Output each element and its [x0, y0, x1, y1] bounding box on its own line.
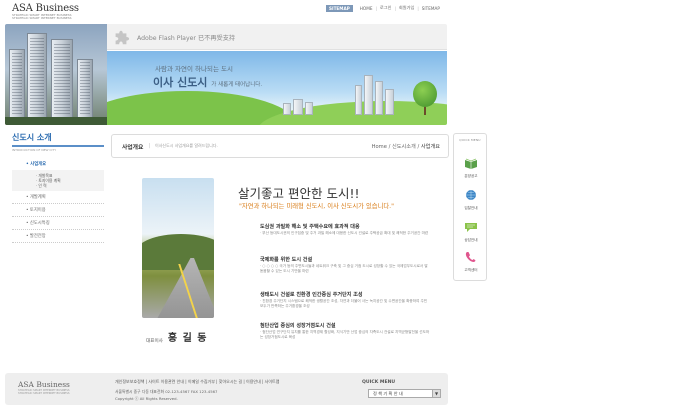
breadcrumb-current: 사업개요: [420, 143, 440, 150]
feature-title: 국제화를 위한 도시 건설: [260, 257, 313, 263]
footer-logo: ASA Business: [18, 380, 70, 389]
ceo-signature: 대표이사 홍 길 동: [146, 329, 207, 344]
feature-text: · 친환경 주거단지 시스템으로 쾌적한 생활공간 조성, 자연과 더불어 사는…: [260, 299, 428, 309]
quick-menu: QUICK MENU 분양공고 입찰안내 상담안내 고객센터: [453, 133, 487, 281]
phone-icon: [465, 252, 476, 262]
ceo-name: 홍 길 동: [167, 333, 208, 344]
footer-logo-tagline: STRATEGIC SMART INTERNET BUSINESS STRATE…: [18, 389, 70, 395]
page-title: 사업개요: [122, 144, 144, 151]
sidebar-subitem-staff[interactable]: · 인 력: [36, 183, 104, 188]
title-separator: |: [148, 143, 151, 149]
breadcrumb-home[interactable]: Home: [372, 144, 387, 150]
footer: ASA Business STRATEGIC SMART INTERNET BU…: [5, 373, 448, 405]
top-navigation: SITEMAP HOME | 로그인 | 회원가입 | SITEMAP: [326, 4, 443, 12]
feature-item: 도심권 과밀화 해소 및 주택수요에 효과적 대응 · 부산 등대도시권의 인구…: [260, 223, 430, 236]
sidebar-menu: • 사업개요 · 개발목표 · 토지이용 계획 · 인 력 • 개발계획 • 토…: [12, 158, 104, 243]
sidebar-submenu: · 개발목표 · 토지이용 계획 · 인 력: [12, 170, 104, 191]
ceo-label: 대표이사: [146, 339, 163, 344]
feature-item: 첨단산업 중심의 성장거점도시 건설 · 첨단산업 연구단지 유치를 통한 지역…: [260, 322, 430, 340]
sidebar: 신도시 소개 INTRODUCTION OF NEW CITY • 사업개요 ·…: [12, 132, 104, 243]
feature-item: 국제화를 위한 도시 건설 · ○ ○ ○ ○ 국가 등의 주변도시들과 네트워…: [260, 256, 430, 274]
sidebar-item-overview[interactable]: • 사업개요: [12, 158, 104, 170]
content-header: 사업개요 | 이사신도시 사업개요를 알려드립니다. Home / 신도시소개 …: [111, 134, 449, 158]
book-icon: [465, 158, 477, 169]
hero-title-main: 이사 신도시: [153, 76, 208, 89]
sidebar-item-outlook[interactable]: • 발전전망: [12, 230, 104, 243]
flash-notice: Adobe Flash Player 已不再受支持: [137, 35, 236, 42]
hero-title: 이사 신도시 가 새롭게 태어납니다.: [153, 74, 262, 90]
page-description: 이사신도시 사업개요를 알려드립니다.: [155, 143, 218, 148]
footer-address: 서울특별시 중구 다동 대표전화 02-123-4567 FAX 123-456…: [115, 389, 218, 394]
topnav-home-link[interactable]: HOME: [357, 6, 376, 11]
feature-title: 도심권 과밀화 해소 및 주택수요에 효과적 대응: [260, 224, 360, 230]
sidebar-title: 신도시 소개: [12, 132, 104, 147]
sidebar-item-landuse[interactable]: • 토지이용: [12, 204, 104, 217]
feature-text: · 부산 등대도시권의 인구집중 및 주거 과밀 해소에 대응한 신도시 건설로…: [260, 231, 429, 235]
quick-item-sale[interactable]: 분양공고: [454, 154, 488, 179]
main-slogan: 살기좋고 편안한 도시!!: [238, 186, 360, 201]
hero-banner: Adobe Flash Player 已不再受支持 사람과 자연이 하나되는 도…: [5, 24, 447, 125]
feature-title: 첨단산업 중심의 성장거점도시 건설: [260, 323, 336, 329]
quick-menu-select[interactable]: 정 책 기 획 안 내 ▼: [368, 389, 441, 398]
feature-item: 생태도시 건설로 친환경 인간중심 주거단지 조성 · 친환경 주거단지 시스템…: [260, 291, 430, 309]
sitemap-badge[interactable]: SITEMAP: [326, 4, 353, 12]
topnav-join-link[interactable]: 회원가입: [396, 5, 417, 11]
quick-item-support[interactable]: 고객센터: [454, 248, 488, 273]
sidebar-item-features[interactable]: • 신도시특징: [12, 217, 104, 230]
quick-item-consult[interactable]: 상담안내: [454, 218, 488, 243]
feature-text: · 첨단산업 연구단지 유치를 통한 지역경제 활성화, 지식기반 산업 중심의…: [260, 330, 430, 340]
breadcrumb-section[interactable]: 신도시소개: [392, 144, 416, 150]
content-area: 사업개요 | 이사신도시 사업개요를 알려드립니다. Home / 신도시소개 …: [111, 134, 449, 158]
sidebar-title-en: INTRODUCTION OF NEW CITY: [12, 148, 57, 152]
logo-tagline-2: STRATEGIC SMART INTERNET BUSINESS: [12, 16, 72, 20]
hero-title-suffix: 가 새롭게 태어납니다.: [211, 82, 263, 88]
chat-icon: [465, 223, 477, 232]
globe-icon: [466, 190, 476, 200]
chevron-down-icon[interactable]: ▼: [432, 390, 440, 397]
puzzle-icon: [115, 30, 130, 45]
hero-subtitle: 사람과 자연이 하나되는 도시: [155, 65, 233, 73]
quick-menu-selected: 정 책 기 획 안 내: [373, 391, 403, 396]
footer-quick-menu-label: QUICK MENU: [362, 380, 396, 385]
topnav-login-link[interactable]: 로그인: [377, 5, 395, 11]
road-photo: [142, 178, 214, 318]
quick-menu-title: QUICK MENU: [459, 138, 481, 142]
sub-slogan: "자연과 하나되는 미래형 신도시, 이사 신도시가 있습니다.": [239, 203, 395, 210]
footer-logo-tagline-2: STRATEGIC SMART INTERNET BUSINESS: [18, 392, 70, 395]
hero-building-photo: [5, 24, 107, 125]
site-logo[interactable]: ASA Business STRATEGIC SMART INTERNET BU…: [12, 3, 79, 20]
topnav-sitemap-link[interactable]: SITEMAP: [419, 6, 443, 11]
footer-copyright: Copyright ⓒ All Rights Reserved.: [115, 396, 178, 401]
feature-text: · ○ ○ ○ ○ 국가 등의 주변도시들과 네트워크 구축 및 그 중심 거점…: [260, 264, 428, 274]
sidebar-item-plan[interactable]: • 개발계획: [12, 191, 104, 204]
feature-title: 생태도시 건설로 친환경 인간중심 주거단지 조성: [260, 292, 363, 298]
breadcrumb: Home / 신도시소개 / 사업개요: [372, 143, 440, 150]
footer-links[interactable]: 개인정보보호정책 | 사이트 이용관련 안내 | 이메일 수집거부 | 찾아오시…: [115, 379, 279, 385]
quick-item-bid[interactable]: 입찰안내: [454, 186, 488, 211]
